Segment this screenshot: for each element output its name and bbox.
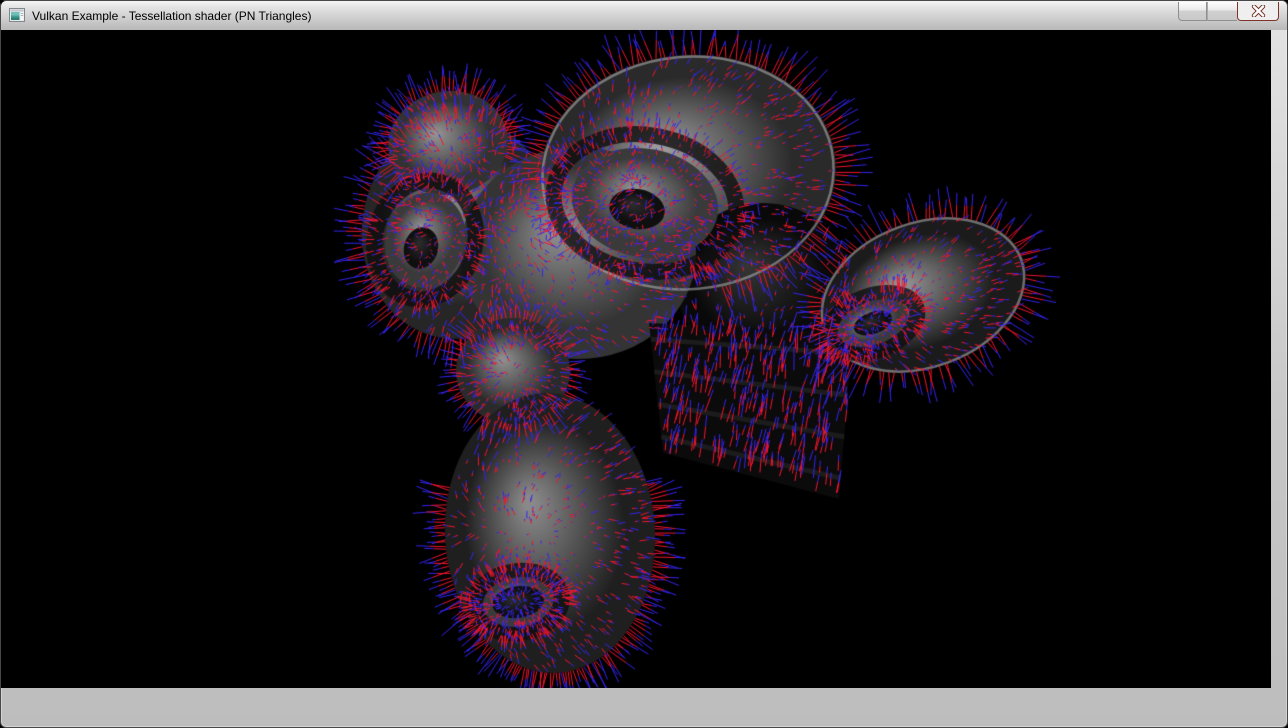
titlebar[interactable]: Vulkan Example - Tessellation shader (PN… — [1, 1, 1287, 30]
window-controls — [1178, 2, 1279, 21]
app-icon[interactable] — [9, 7, 25, 23]
close-button[interactable] — [1237, 2, 1279, 21]
minimize-button[interactable] — [1178, 2, 1207, 21]
vulkan-render-canvas[interactable] — [1, 1, 1271, 688]
render-viewport[interactable] — [1, 1, 1287, 693]
maximize-button[interactable] — [1207, 2, 1237, 21]
app-window: Vulkan Example - Tessellation shader (PN… — [0, 0, 1288, 728]
window-title: Vulkan Example - Tessellation shader (PN… — [32, 9, 311, 23]
close-icon — [1251, 5, 1266, 17]
